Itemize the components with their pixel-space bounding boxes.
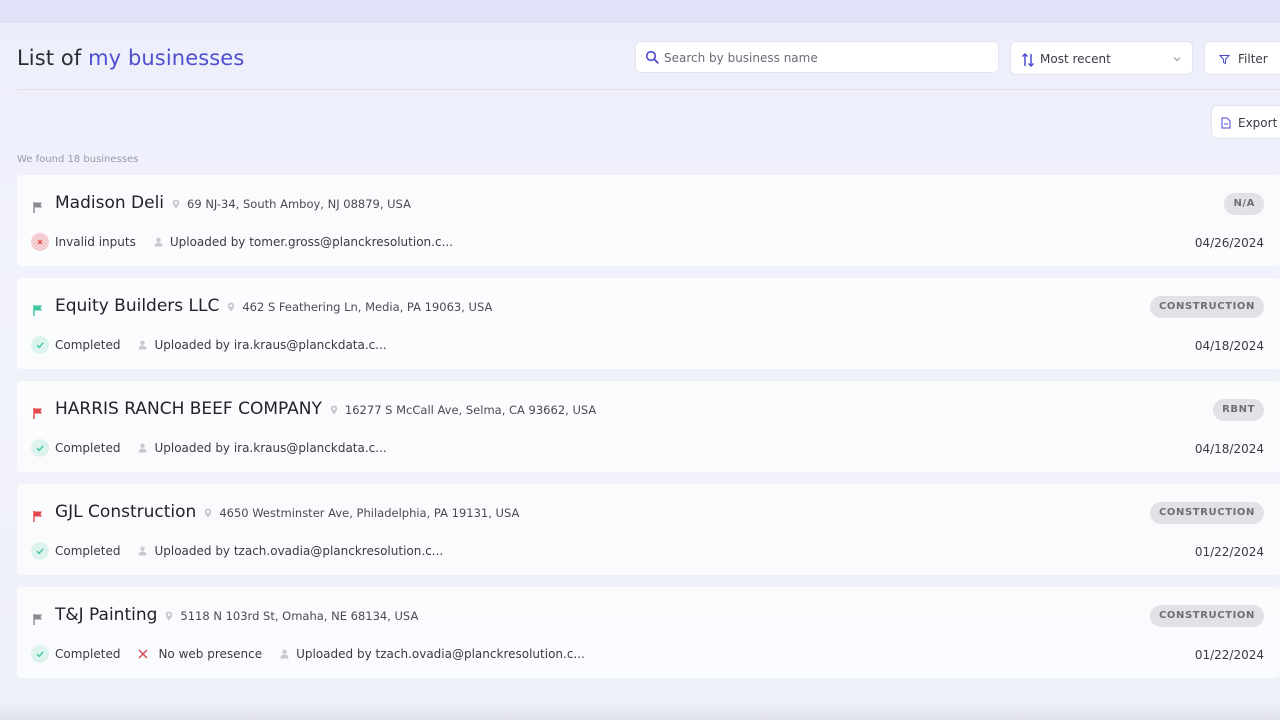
- status-indicator: [31, 645, 49, 663]
- business-name[interactable]: HARRIS RANCH BEEF COMPANY: [55, 399, 322, 419]
- export-button[interactable]: Export: [1211, 105, 1280, 139]
- bottom-fade: [0, 700, 1280, 720]
- user-icon: [154, 237, 163, 247]
- uploader-text: Uploaded by tzach.ovadia@planckresolutio…: [154, 544, 444, 558]
- industry-badge: CONSTRUCTION: [1149, 502, 1264, 524]
- search-icon: [645, 50, 659, 64]
- page-title-prefix: List of: [17, 46, 82, 70]
- upload-date: 01/22/2024: [1194, 545, 1264, 559]
- business-card[interactable]: Equity Builders LLC 462 S Feathering Ln, …: [17, 278, 1280, 369]
- check-icon: [36, 548, 44, 555]
- status-indicator: [31, 439, 49, 457]
- uploader-text: Uploaded by tomer.gross@planckresolution…: [169, 235, 454, 249]
- location-pin-icon: [205, 508, 212, 518]
- status-text: Completed: [55, 544, 121, 558]
- business-address: 16277 S McCall Ave, Selma, CA 93662, USA: [330, 403, 596, 417]
- no-web-presence-text: No web presence: [158, 647, 263, 661]
- status-text: Completed: [55, 441, 121, 455]
- flag-icon: [33, 511, 42, 522]
- check-icon: [36, 445, 44, 452]
- location-pin-icon: [172, 199, 180, 209]
- location-pin-icon: [166, 611, 173, 621]
- export-file-icon: [1221, 117, 1231, 129]
- business-meta-row: Completed No web presence Uploaded by tzac…: [31, 645, 585, 663]
- location-pin-icon: [330, 405, 338, 415]
- address-text: 69 NJ-34, South Amboy, NJ 08879, USA: [187, 197, 411, 211]
- address-text: 4650 Westminster Ave, Philadelphia, PA 1…: [219, 506, 520, 520]
- business-card[interactable]: GJL Construction 4650 Westminster Ave, Ph…: [17, 484, 1280, 575]
- search-box[interactable]: [635, 41, 999, 73]
- filter-button-label: Filter: [1238, 52, 1268, 66]
- address-text: 5118 N 103rd St, Omaha, NE 68134, USA: [180, 609, 419, 623]
- page-header: List of my businesses Most recent Filter: [0, 23, 1280, 90]
- upload-date: 04/26/2024: [1194, 236, 1264, 250]
- business-meta-row: Completed Uploaded by ira.kraus@planckdat…: [31, 336, 387, 354]
- upload-date: 04/18/2024: [1194, 339, 1264, 353]
- page-title: List of my businesses: [17, 46, 244, 70]
- flag-icon: [33, 408, 42, 419]
- sort-arrows-icon: [1021, 52, 1035, 68]
- status-indicator: [31, 233, 49, 251]
- business-name[interactable]: Madison Deli: [55, 193, 164, 213]
- status-text: Completed: [55, 338, 121, 352]
- user-icon: [138, 443, 147, 453]
- address-text: 462 S Feathering Ln, Media, PA 19063, US…: [242, 300, 493, 314]
- flag-icon: [33, 305, 42, 316]
- business-card[interactable]: T&J Painting 5118 N 103rd St, Omaha, NE 6…: [17, 587, 1280, 678]
- business-name[interactable]: GJL Construction: [55, 502, 196, 522]
- user-icon: [138, 340, 147, 350]
- location-pin-icon: [228, 302, 235, 312]
- cross-icon: [138, 649, 148, 659]
- check-icon: [36, 651, 44, 658]
- flag-icon: [33, 202, 42, 213]
- business-address: 462 S Feathering Ln, Media, PA 19063, US…: [227, 300, 492, 314]
- chevron-down-icon: [1173, 57, 1181, 62]
- user-icon: [280, 649, 289, 659]
- industry-badge: CONSTRUCTION: [1149, 296, 1264, 318]
- uploader-text: Uploaded by ira.kraus@planckdata.c...: [154, 338, 387, 352]
- business-list: Madison Deli 69 NJ-34, South Amboy, NJ 08…: [17, 175, 1280, 690]
- export-button-label: Export: [1238, 116, 1278, 130]
- sort-select[interactable]: Most recent: [1010, 41, 1193, 75]
- search-input[interactable]: [664, 47, 984, 69]
- business-address: 5118 N 103rd St, Omaha, NE 68134, USA: [165, 609, 418, 623]
- industry-badge: N/A: [1224, 193, 1264, 215]
- business-meta-row: Completed Uploaded by ira.kraus@planckdat…: [31, 439, 387, 457]
- industry-badge: CONSTRUCTION: [1149, 605, 1264, 627]
- filter-funnel-icon: [1219, 55, 1230, 65]
- business-address: 4650 Westminster Ave, Philadelphia, PA 1…: [204, 506, 519, 520]
- status-indicator: [31, 336, 49, 354]
- status-indicator: [31, 542, 49, 560]
- page-title-accent: my businesses: [88, 46, 245, 70]
- no-web-presence: No web presence: [138, 647, 262, 661]
- business-name[interactable]: T&J Painting: [55, 605, 157, 625]
- check-icon: [36, 342, 44, 349]
- flag-icon: [33, 614, 42, 625]
- business-card[interactable]: Madison Deli 69 NJ-34, South Amboy, NJ 08…: [17, 175, 1280, 266]
- business-meta-row: Invalid inputs Uploaded by tomer.gross@pl…: [31, 233, 453, 251]
- business-name[interactable]: Equity Builders LLC: [55, 296, 219, 316]
- sort-select-value: Most recent: [1040, 52, 1111, 66]
- business-meta-row: Completed Uploaded by tzach.ovadia@planck…: [31, 542, 443, 560]
- header-divider: [17, 89, 1280, 90]
- business-card[interactable]: HARRIS RANCH BEEF COMPANY 16277 S McCall …: [17, 381, 1280, 472]
- filter-button[interactable]: Filter: [1204, 41, 1280, 75]
- industry-badge: RBNT: [1213, 399, 1264, 421]
- business-address: 69 NJ-34, South Amboy, NJ 08879, USA: [172, 197, 411, 211]
- upload-date: 04/18/2024: [1194, 442, 1264, 456]
- uploader-text: Uploaded by ira.kraus@planckdata.c...: [154, 441, 387, 455]
- status-text: Completed: [55, 647, 121, 661]
- address-text: 16277 S McCall Ave, Selma, CA 93662, USA: [344, 403, 597, 417]
- uploader-text: Uploaded by tzach.ovadia@planckresolutio…: [296, 647, 585, 661]
- upload-date: 01/22/2024: [1194, 648, 1264, 662]
- close-icon: [37, 239, 43, 245]
- top-band: [0, 0, 1280, 23]
- user-icon: [138, 546, 147, 556]
- results-count: We found 18 businesses: [17, 154, 139, 165]
- status-text: Invalid inputs: [55, 235, 136, 249]
